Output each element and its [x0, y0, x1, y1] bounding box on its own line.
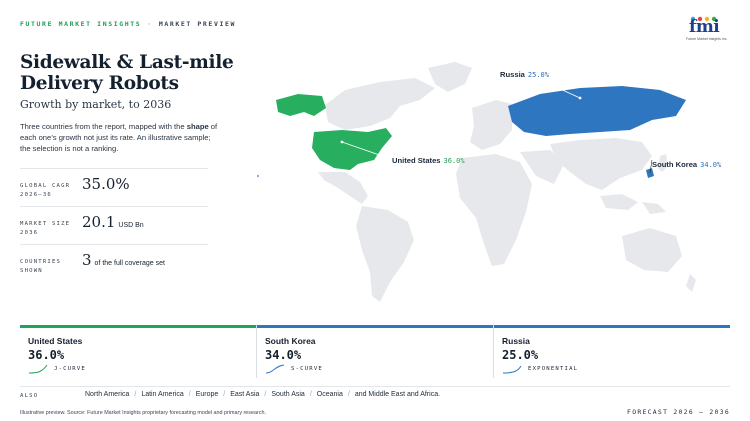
eyebrow: FUTURE MARKET INSIGHTS · MARKET PREVIEW: [20, 20, 236, 28]
stat-market-size: MARKET SIZE 2036 20.1 USD Bn: [20, 206, 208, 245]
exponential-curve-icon: [502, 365, 522, 374]
also-label: ALSO: [20, 393, 39, 399]
card-value: 36.0%: [28, 348, 65, 362]
card-shape: J-CURVE: [54, 366, 86, 372]
stat-unit: USD Bn: [118, 222, 144, 229]
stat-label-line2: SHOWN: [20, 268, 43, 274]
world-map: Russia 25.0% United States 36.0% South Kor…: [250, 60, 735, 320]
map-marker-dot: [257, 175, 259, 177]
region-separator: /: [264, 391, 267, 398]
map-label-value: 25.0%: [527, 71, 549, 79]
j-curve-icon: [28, 364, 48, 374]
region-item[interactable]: Oceania: [317, 391, 343, 398]
also-regions: ALSO North America / Latin America / Europe /…: [20, 386, 730, 401]
intro-text: Three countries from the report, mapped …: [20, 121, 220, 154]
stat-number: 35.0%: [82, 175, 130, 193]
intro-bold: shape: [186, 122, 209, 131]
stat-value: 3 of the full coverage set: [82, 251, 165, 269]
fmi-logo[interactable]: fmi Future Market Insights Inc.: [686, 16, 732, 42]
world-map-svg: [257, 62, 696, 302]
stat-number: 3: [82, 251, 92, 269]
intro-pre: Three countries from the report, mapped …: [20, 122, 187, 131]
region-item[interactable]: Latin America: [141, 391, 183, 398]
page-title: Sidewalk & Last-mile Delivery Robots: [20, 52, 234, 94]
s-curve-icon: [265, 364, 285, 374]
stat-countries-shown: COUNTRIES SHOWN 3 of the full coverage set: [20, 244, 208, 283]
map-russia[interactable]: [508, 86, 686, 136]
stat-global-cagr: GLOBAL CAGR 2026–36 35.0%: [20, 168, 208, 207]
card-divider: [493, 324, 494, 378]
map-label-value: 34.0%: [700, 161, 722, 169]
stat-label-line2: 2036: [20, 230, 39, 236]
region-item[interactable]: Europe: [196, 391, 219, 398]
dot-us: [340, 140, 344, 144]
map-label-name: Russia: [500, 70, 525, 79]
region-separator: /: [347, 391, 350, 398]
stat-label: COUNTRIES SHOWN: [20, 258, 61, 276]
map-label-united-states: United States 36.0%: [392, 156, 465, 165]
region-item[interactable]: North America: [85, 391, 129, 398]
stat-label: GLOBAL CAGR 2026–36: [20, 182, 70, 200]
eyebrow-separator: ·: [147, 20, 153, 28]
stat-unit: of the full coverage set: [94, 260, 165, 267]
forecast-period: FORECAST 2026 – 2036: [627, 408, 730, 416]
stat-value: 20.1 USD Bn: [82, 213, 144, 231]
brand-name: FUTURE MARKET INSIGHTS: [20, 20, 142, 28]
stat-value: 35.0%: [82, 175, 130, 193]
logo-letters: fmi: [689, 17, 720, 37]
country-cards: United States 36.0% J-CURVE South Korea …: [20, 325, 730, 377]
card-value: 25.0%: [502, 348, 539, 362]
region-item[interactable]: and Middle East and Africa.: [355, 391, 440, 398]
region-separator: /: [223, 391, 226, 398]
card-united-states[interactable]: United States 36.0% J-CURVE: [20, 325, 256, 380]
region-separator: /: [309, 391, 312, 398]
region-list: North America / Latin America / Europe / East …: [85, 391, 440, 398]
stat-label-line1: COUNTRIES: [20, 259, 62, 265]
stat-number: 20.1: [82, 213, 116, 231]
card-country: United States: [28, 336, 83, 346]
section-name: MARKET PREVIEW: [158, 20, 236, 28]
map-label-south-korea: South Korea 34.0%: [652, 160, 721, 169]
footnote: Illustrative preview. Source: Future Mar…: [20, 410, 266, 416]
stat-label-line1: GLOBAL CAGR: [20, 183, 71, 189]
card-south-korea[interactable]: South Korea 34.0% S-CURVE: [257, 325, 493, 380]
region-separator: /: [134, 391, 137, 398]
region-item[interactable]: South Asia: [271, 391, 304, 398]
map-label-name: United States: [392, 156, 441, 165]
logo-tagline: Future Market Insights Inc.: [686, 37, 728, 41]
card-shape: S-CURVE: [291, 366, 323, 372]
dot-russia: [578, 96, 582, 100]
region-item[interactable]: East Asia: [230, 391, 259, 398]
stat-label-line1: MARKET SIZE: [20, 221, 71, 227]
region-separator: /: [188, 391, 191, 398]
map-label-name: South Korea: [652, 160, 698, 169]
stat-label-line2: 2026–36: [20, 192, 52, 198]
map-label-russia: Russia 25.0%: [500, 70, 549, 79]
map-label-value: 36.0%: [443, 157, 465, 165]
card-russia[interactable]: Russia 25.0% EXPONENTIAL: [494, 325, 730, 380]
card-country: Russia: [502, 336, 530, 346]
card-shape: EXPONENTIAL: [528, 366, 579, 372]
card-value: 34.0%: [265, 348, 302, 362]
map-alaska: [276, 94, 326, 116]
card-divider: [256, 324, 257, 378]
map-united-states[interactable]: [312, 128, 392, 170]
stat-label: MARKET SIZE 2036: [20, 220, 70, 238]
page-subtitle: Growth by market, to 2036: [20, 98, 172, 111]
card-country: South Korea: [265, 336, 316, 346]
